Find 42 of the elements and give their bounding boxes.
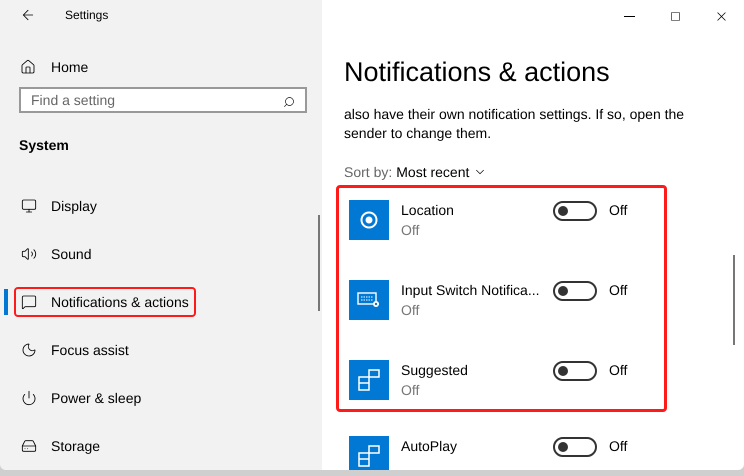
search-field[interactable]: Find a setting: [19, 87, 307, 113]
speaker-icon: [21, 246, 37, 262]
toggle-label: Off: [609, 281, 628, 300]
description-text: also have their own notification settings. If so, open the sender to change them.: [344, 105, 686, 143]
moon-icon: [21, 342, 37, 358]
toggle-label: Off: [609, 361, 628, 380]
search-icon: [283, 96, 295, 108]
section-heading: System: [19, 136, 70, 155]
sort-dropdown[interactable]: Most recent: [396, 162, 488, 182]
toggle-switch[interactable]: [553, 281, 597, 301]
app-name: Location: [401, 201, 455, 220]
toggle-label: Off: [609, 201, 628, 220]
toggle-switch[interactable]: [553, 201, 597, 221]
toggle-switch[interactable]: [553, 437, 597, 457]
toggle-label: Off: [609, 437, 628, 456]
app-name: Input Switch Notifica...: [401, 281, 541, 300]
nav-item[interactable]: Sound: [14, 239, 98, 269]
nav-item[interactable]: Notifications & actions: [14, 287, 196, 317]
location-icon: [360, 211, 378, 229]
nav-item[interactable]: Power & sleep: [14, 383, 148, 413]
tiles-icon: [358, 445, 380, 467]
display-icon: [21, 198, 37, 214]
window-title: Settings: [65, 7, 108, 24]
sort-label: Sort by:: [344, 163, 392, 182]
speech-bubble-icon: [21, 294, 37, 310]
toggle-switch[interactable]: [553, 361, 597, 381]
tiles-icon: [358, 369, 380, 391]
nav-item[interactable]: Display: [14, 191, 104, 221]
app-name: Suggested: [401, 361, 469, 380]
power-icon: [21, 390, 37, 406]
app-status: Off: [401, 301, 420, 320]
drive-icon: [21, 438, 37, 454]
app-status: Off: [401, 221, 420, 240]
maximize-icon: [670, 10, 680, 22]
home-link[interactable]: Home: [0, 56, 322, 78]
nav-item[interactable]: Focus assist: [14, 335, 136, 365]
nav-item[interactable]: Storage: [14, 431, 108, 461]
app-status: Off: [401, 381, 420, 400]
keyboard-gear-icon: [357, 291, 381, 309]
home-icon: [20, 59, 36, 76]
app-name: AutoPlay: [401, 437, 458, 456]
page-heading: Notifications & actions: [344, 56, 611, 89]
